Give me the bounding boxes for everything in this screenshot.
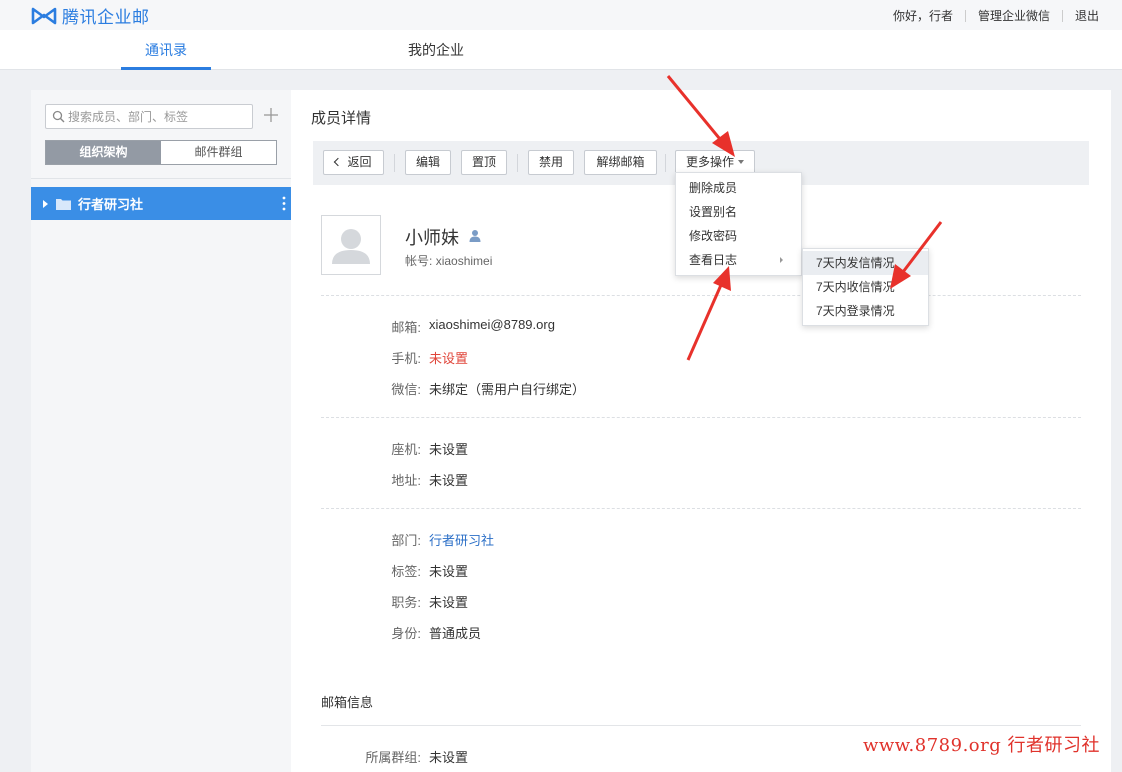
logout-link[interactable]: 退出 xyxy=(1075,7,1099,24)
search-box[interactable] xyxy=(45,104,253,129)
field-label: 职务: xyxy=(391,595,421,610)
field-label: 座机: xyxy=(391,442,421,457)
divider xyxy=(321,508,1081,509)
page-title: 成员详情 xyxy=(311,110,372,127)
search-input[interactable] xyxy=(68,107,248,126)
divider xyxy=(321,417,1081,418)
back-button[interactable]: 返回 xyxy=(323,150,384,175)
account-line: 帐号: xiaoshimei xyxy=(405,252,492,269)
pin-button[interactable]: 置顶 xyxy=(461,150,507,175)
avatar xyxy=(321,215,381,275)
dropdown-caret-icon xyxy=(738,160,744,164)
field-label: 地址: xyxy=(391,473,421,488)
view-switcher: 组织架构 邮件群组 xyxy=(45,140,277,165)
user-placeholder-icon xyxy=(332,229,370,264)
greeting: 你好，行者 xyxy=(892,9,953,23)
field-position: 职务: 未设置 xyxy=(321,592,1061,612)
field-mobile: 手机: 未设置 xyxy=(321,348,1061,368)
field-value: 未设置 xyxy=(429,473,469,488)
field-phone: 座机: 未设置 xyxy=(321,439,1061,459)
account-value: xiaoshimei xyxy=(435,254,493,268)
person-icon xyxy=(469,230,481,242)
submenu-caret-icon xyxy=(780,257,783,263)
unbind-mailbox-button[interactable]: 解绑邮箱 xyxy=(584,150,657,175)
main-nav: 通讯录 我的企业 xyxy=(0,30,1122,70)
field-address: 地址: 未设置 xyxy=(321,470,1061,490)
field-label: 手机: xyxy=(391,351,421,366)
divider xyxy=(964,9,966,22)
manage-wechat-link[interactable]: 管理企业微信 xyxy=(978,7,1050,24)
field-label: 邮箱: xyxy=(391,320,421,335)
department-link[interactable]: 行者研习社 xyxy=(429,530,494,549)
menu-item-set-alias[interactable]: 设置别名 xyxy=(676,200,801,224)
menu-item-change-password[interactable]: 修改密码 xyxy=(676,224,801,248)
field-identity: 身份: 普通成员 xyxy=(321,623,1061,643)
submenu-item-login-7days[interactable]: 7天内登录情况 xyxy=(803,299,928,323)
field-label: 微信: xyxy=(391,382,421,397)
tree-item-department[interactable]: 行者研习社 xyxy=(31,187,291,220)
divider xyxy=(321,725,1081,726)
submenu-item-sent-7days[interactable]: 7天内发信情况 xyxy=(803,251,928,275)
submenu-item-received-7days[interactable]: 7天内收信情况 xyxy=(803,275,928,299)
logo-text: 腾讯企业邮 xyxy=(62,8,150,27)
member-name: 小师妹 xyxy=(405,228,459,248)
segment-mail-groups[interactable]: 邮件群组 xyxy=(161,141,276,164)
field-label: 标签: xyxy=(391,564,421,579)
disable-button[interactable]: 禁用 xyxy=(528,150,574,175)
sidebar: 组织架构 邮件群组 行者研习社 xyxy=(31,90,291,772)
tab-my-enterprise[interactable]: 我的企业 xyxy=(392,30,480,70)
logo[interactable]: 腾讯企业邮 xyxy=(31,3,150,28)
folder-icon xyxy=(56,198,71,210)
menu-item-delete-member[interactable]: 删除成员 xyxy=(676,176,801,200)
mailbox-info-heading: 邮箱信息 xyxy=(321,695,374,710)
field-department: 部门: 行者研习社 xyxy=(321,530,1061,550)
more-dots-icon[interactable] xyxy=(282,196,286,211)
divider xyxy=(321,295,1081,296)
field-value: 未设置 xyxy=(429,442,469,457)
menu-item-label: 查看日志 xyxy=(689,253,738,267)
divider xyxy=(394,154,395,172)
field-value: xiaoshimei@8789.org xyxy=(429,317,555,332)
field-value: 未设置 xyxy=(429,595,469,610)
more-actions-label: 更多操作 xyxy=(685,155,734,169)
divider xyxy=(665,154,666,172)
top-header: 腾讯企业邮 你好，行者 管理企业微信 退出 xyxy=(0,0,1122,30)
divider xyxy=(517,154,518,172)
account-label: 帐号: xyxy=(405,254,433,268)
tab-contacts[interactable]: 通讯录 xyxy=(121,30,211,70)
field-label: 部门: xyxy=(391,533,421,548)
search-icon xyxy=(52,110,65,123)
expand-caret-icon[interactable] xyxy=(43,199,48,208)
tree-item-label: 行者研习社 xyxy=(78,197,144,212)
field-value: 未绑定（需用户自行绑定） xyxy=(429,382,586,397)
back-label: 返回 xyxy=(347,155,372,169)
field-tags: 标签: 未设置 xyxy=(321,561,1061,581)
user-menu: 你好，行者 管理企业微信 退出 xyxy=(893,7,1099,24)
edit-button[interactable]: 编辑 xyxy=(405,150,451,175)
back-arrow-icon xyxy=(334,157,343,167)
field-value: 未设置 xyxy=(429,750,469,765)
field-email: 邮箱: xiaoshimei@8789.org xyxy=(321,317,1061,337)
view-logs-submenu: 7天内发信情况 7天内收信情况 7天内登录情况 xyxy=(802,248,929,326)
divider xyxy=(31,178,291,179)
field-value: 未设置 xyxy=(429,351,469,366)
field-label: 所属群组: xyxy=(365,750,421,765)
divider xyxy=(1061,9,1063,22)
field-value: 普通成员 xyxy=(429,626,482,641)
field-value: 未设置 xyxy=(429,564,469,579)
add-icon[interactable] xyxy=(262,106,280,124)
menu-item-view-logs[interactable]: 查看日志 xyxy=(676,248,801,272)
more-actions-menu: 删除成员 设置别名 修改密码 查看日志 xyxy=(675,172,802,276)
field-label: 身份: xyxy=(391,626,421,641)
watermark: www.8789.org 行者研习社 xyxy=(862,735,1100,756)
field-wechat: 微信: 未绑定（需用户自行绑定） xyxy=(321,379,1061,399)
segment-org-structure[interactable]: 组织架构 xyxy=(46,141,161,164)
tencent-mail-logo-icon xyxy=(31,7,57,24)
